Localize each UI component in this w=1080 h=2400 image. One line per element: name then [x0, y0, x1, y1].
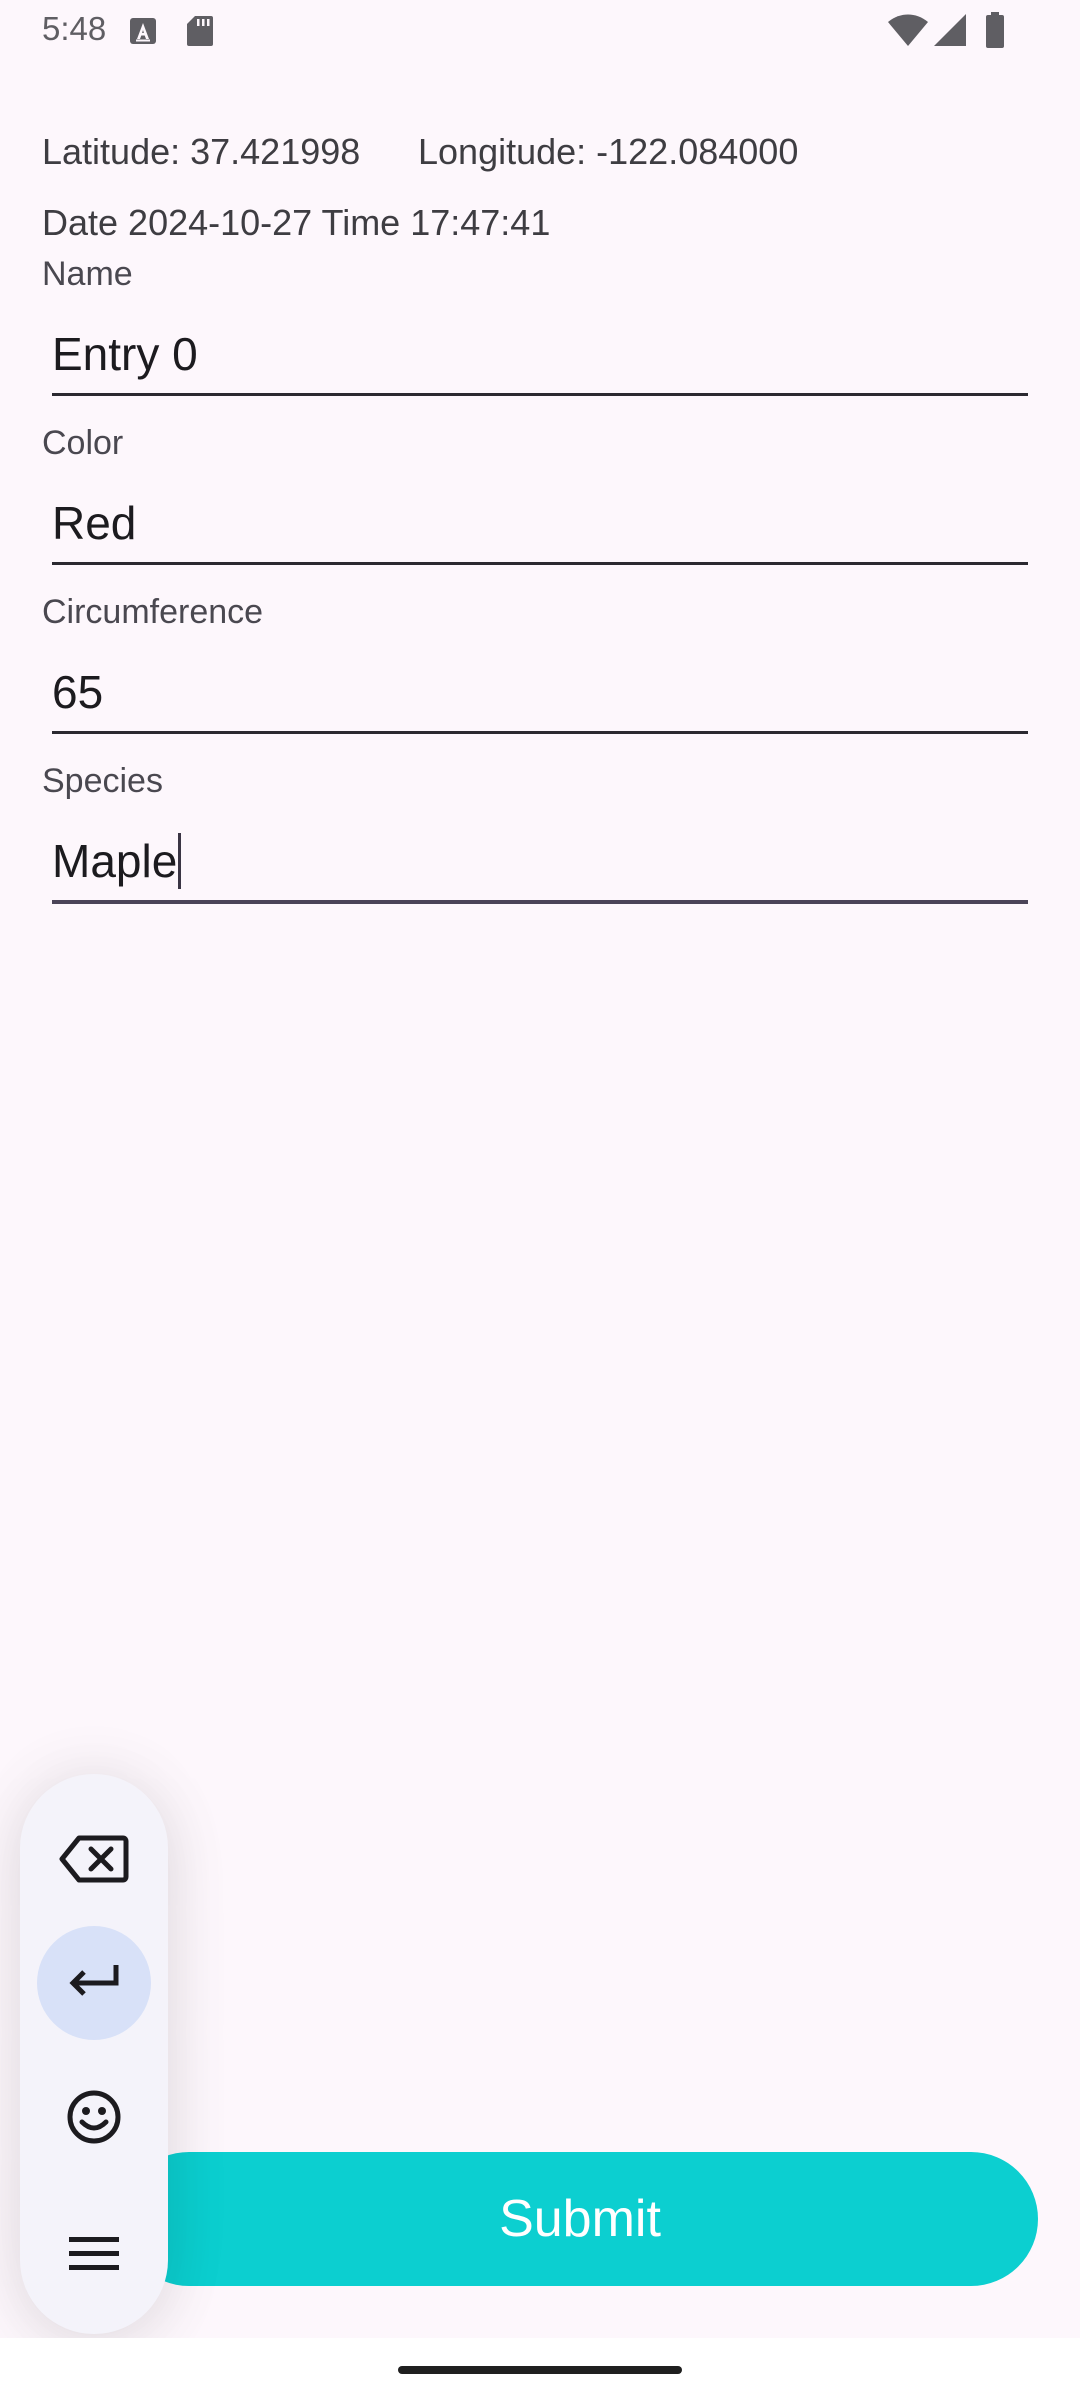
cell-signal-icon — [934, 14, 966, 51]
name-field[interactable]: Entry 0 — [52, 314, 1028, 396]
wifi-icon — [888, 14, 928, 51]
color-field-value: Red — [52, 496, 137, 549]
menu-button[interactable] — [37, 2198, 151, 2312]
color-label: Color — [42, 424, 124, 462]
color-field[interactable]: Red — [52, 483, 1028, 565]
accessibility-a-icon — [130, 18, 156, 49]
circumference-field-value: 65 — [52, 665, 104, 718]
name-field-value: Entry 0 — [52, 327, 198, 380]
text-cursor — [178, 833, 182, 889]
circumference-label: Circumference — [42, 593, 264, 631]
species-field[interactable]: Maple — [52, 822, 1028, 904]
enter-button[interactable] — [37, 1926, 151, 2040]
emoji-icon — [66, 2089, 122, 2150]
name-label: Name — [42, 255, 133, 293]
species-label: Species — [42, 762, 163, 800]
battery-icon — [986, 12, 1004, 53]
backspace-button[interactable] — [37, 1804, 151, 1918]
home-gesture-handle[interactable] — [398, 2366, 682, 2374]
circumference-field[interactable]: 65 — [52, 652, 1028, 734]
status-time: 5:48 — [42, 10, 107, 47]
submit-button-label: Submit — [499, 2190, 661, 2248]
datetime-text: Date 2024-10-27 Time 17:47:41 — [42, 202, 551, 243]
enter-icon — [66, 1961, 122, 2006]
submit-button[interactable]: Submit — [122, 2152, 1038, 2286]
menu-icon — [69, 2235, 119, 2276]
latitude-text: Latitude: 37.421998 — [42, 131, 361, 172]
emoji-button[interactable] — [37, 2062, 151, 2176]
status-bar: 5:48 — [0, 0, 1080, 64]
backspace-icon — [59, 1834, 129, 1889]
species-field-value: Maple — [52, 835, 178, 887]
longitude-text: Longitude: -122.084000 — [418, 131, 799, 172]
sd-card-icon — [187, 16, 213, 51]
floating-keyboard-toolbar — [20, 1774, 168, 2334]
